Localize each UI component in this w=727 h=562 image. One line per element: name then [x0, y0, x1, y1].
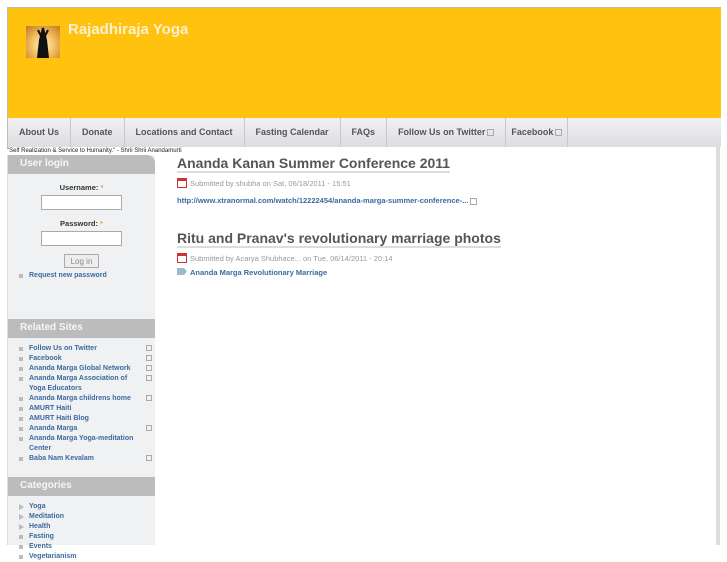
related-site-link[interactable]: Ananda Marga Association of Yoga Educato… [8, 374, 155, 394]
login-form: Username: * Password: * Log in Request n… [8, 183, 155, 319]
external-link-icon [470, 197, 478, 205]
related-site-label: Facebook [29, 355, 62, 362]
post-tag-text: Ananda Marga Revolutionary Marriage [190, 268, 328, 277]
related-sites-title: Related Sites [8, 319, 155, 338]
category-link[interactable]: Fasting [8, 532, 155, 542]
related-site-link[interactable]: Facebook [8, 354, 155, 364]
username-label: Username: * [8, 183, 155, 192]
nav-twitter-label: Follow Us on Twitter [398, 127, 486, 137]
site-name[interactable]: Rajadhiraja Yoga [68, 21, 188, 38]
external-link-icon [146, 345, 152, 351]
post-meta-text: Submitted by Acarya Shubhace... on Tue, … [190, 253, 393, 263]
related-site-label: AMURT Haiti [29, 405, 72, 412]
username-input[interactable] [41, 195, 122, 210]
category-link[interactable]: Events [8, 542, 155, 552]
password-label: Password: * [8, 219, 155, 228]
calendar-icon [177, 253, 187, 263]
post: Ritu and Pranav's revolutionary marriage… [177, 230, 717, 277]
main-content: Ananda Kanan Summer Conference 2011 Subm… [177, 155, 717, 277]
related-site-label: Ananda Marga Association of Yoga Educato… [29, 375, 128, 392]
password-label-text: Password: [60, 219, 98, 228]
password-input[interactable] [41, 231, 122, 246]
external-link-icon [487, 129, 495, 137]
related-site-label: Ananda Marga Global Network [29, 365, 131, 372]
nav-facebook-label: Facebook [511, 127, 554, 137]
related-site-link[interactable]: Ananda Marga childrens home [8, 394, 155, 404]
page-edge [716, 147, 720, 545]
category-link[interactable]: Yoga [8, 502, 155, 512]
related-site-link[interactable]: Follow Us on Twitter [8, 344, 155, 354]
nav-about-us[interactable]: About Us [8, 118, 71, 147]
related-site-label: Ananda Marga Yoga-meditation Center [29, 435, 134, 452]
post-meta: Submitted by shubha on Sat, 06/18/2011 -… [177, 178, 717, 188]
nav-locations[interactable]: Locations and Contact [125, 118, 245, 147]
nav-fasting-calendar[interactable]: Fasting Calendar [245, 118, 341, 147]
related-site-link[interactable]: Ananda Marga [8, 424, 155, 434]
username-label-text: Username: [59, 183, 99, 192]
main-nav: About Us Donate Locations and Contact Fa… [7, 118, 721, 147]
post: Ananda Kanan Summer Conference 2011 Subm… [177, 155, 717, 205]
external-link-icon [146, 365, 152, 371]
external-link-icon [146, 395, 152, 401]
related-site-link[interactable]: AMURT Haiti Blog [8, 414, 155, 424]
post-link-text: http://www.xtranormal.com/watch/12222454… [177, 196, 469, 205]
post-meta: Submitted by Acarya Shubhace... on Tue, … [177, 253, 717, 263]
external-link-icon [146, 375, 152, 381]
related-site-link[interactable]: Baba Nam Kevalam [8, 454, 155, 464]
tag-icon [177, 268, 187, 275]
calendar-icon [177, 178, 187, 188]
login-button[interactable]: Log in [64, 254, 99, 268]
related-site-label: Follow Us on Twitter [29, 345, 97, 352]
related-sites-list: Follow Us on Twitter Facebook Ananda Marga… [8, 338, 155, 477]
related-site-link[interactable]: Ananda Marga Yoga-meditation Center [8, 434, 155, 454]
related-site-label: Ananda Marga [29, 425, 78, 432]
category-link[interactable]: Vegetarianism [8, 552, 155, 562]
nav-twitter[interactable]: Follow Us on Twitter [387, 118, 507, 147]
category-link[interactable]: Meditation [8, 512, 155, 522]
post-title[interactable]: Ananda Kanan Summer Conference 2011 [177, 155, 451, 173]
post-title[interactable]: Ritu and Pranav's revolutionary marriage… [177, 230, 501, 248]
nav-facebook[interactable]: Facebook [506, 118, 569, 147]
post-link[interactable]: http://www.xtranormal.com/watch/12222454… [177, 196, 717, 205]
post-tag[interactable]: Ananda Marga Revolutionary Marriage [177, 268, 717, 277]
nav-faqs[interactable]: FAQs [341, 118, 388, 147]
external-link-icon [146, 355, 152, 361]
post-meta-text: Submitted by shubha on Sat, 06/18/2011 -… [190, 178, 351, 188]
site-slogan: "Self Realization & Service to Humanity.… [7, 148, 182, 154]
nav-donate[interactable]: Donate [71, 118, 125, 147]
required-marker: * [100, 219, 103, 228]
required-marker: * [100, 183, 104, 192]
category-link[interactable]: Health [8, 522, 155, 532]
related-site-link[interactable]: Ananda Marga Global Network [8, 364, 155, 374]
related-site-label: AMURT Haiti Blog [29, 415, 89, 422]
sidebar: User login Username: * Password: * Log i… [7, 155, 155, 560]
site-logo[interactable] [26, 26, 60, 59]
external-link-icon [146, 455, 152, 461]
related-site-label: Ananda Marga childrens home [29, 395, 131, 402]
user-login-title: User login [8, 155, 155, 174]
related-site-link[interactable]: AMURT Haiti [8, 404, 155, 414]
site-header: Rajadhiraja Yoga [7, 7, 721, 118]
categories-title: Categories [8, 477, 155, 496]
external-link-icon [555, 129, 563, 137]
request-password-link[interactable]: Request new password [8, 271, 155, 281]
categories-list: Yoga Meditation Health Fasting Events Vegetar… [8, 496, 155, 562]
external-link-icon [146, 425, 152, 431]
related-site-label: Baba Nam Kevalam [29, 455, 94, 462]
